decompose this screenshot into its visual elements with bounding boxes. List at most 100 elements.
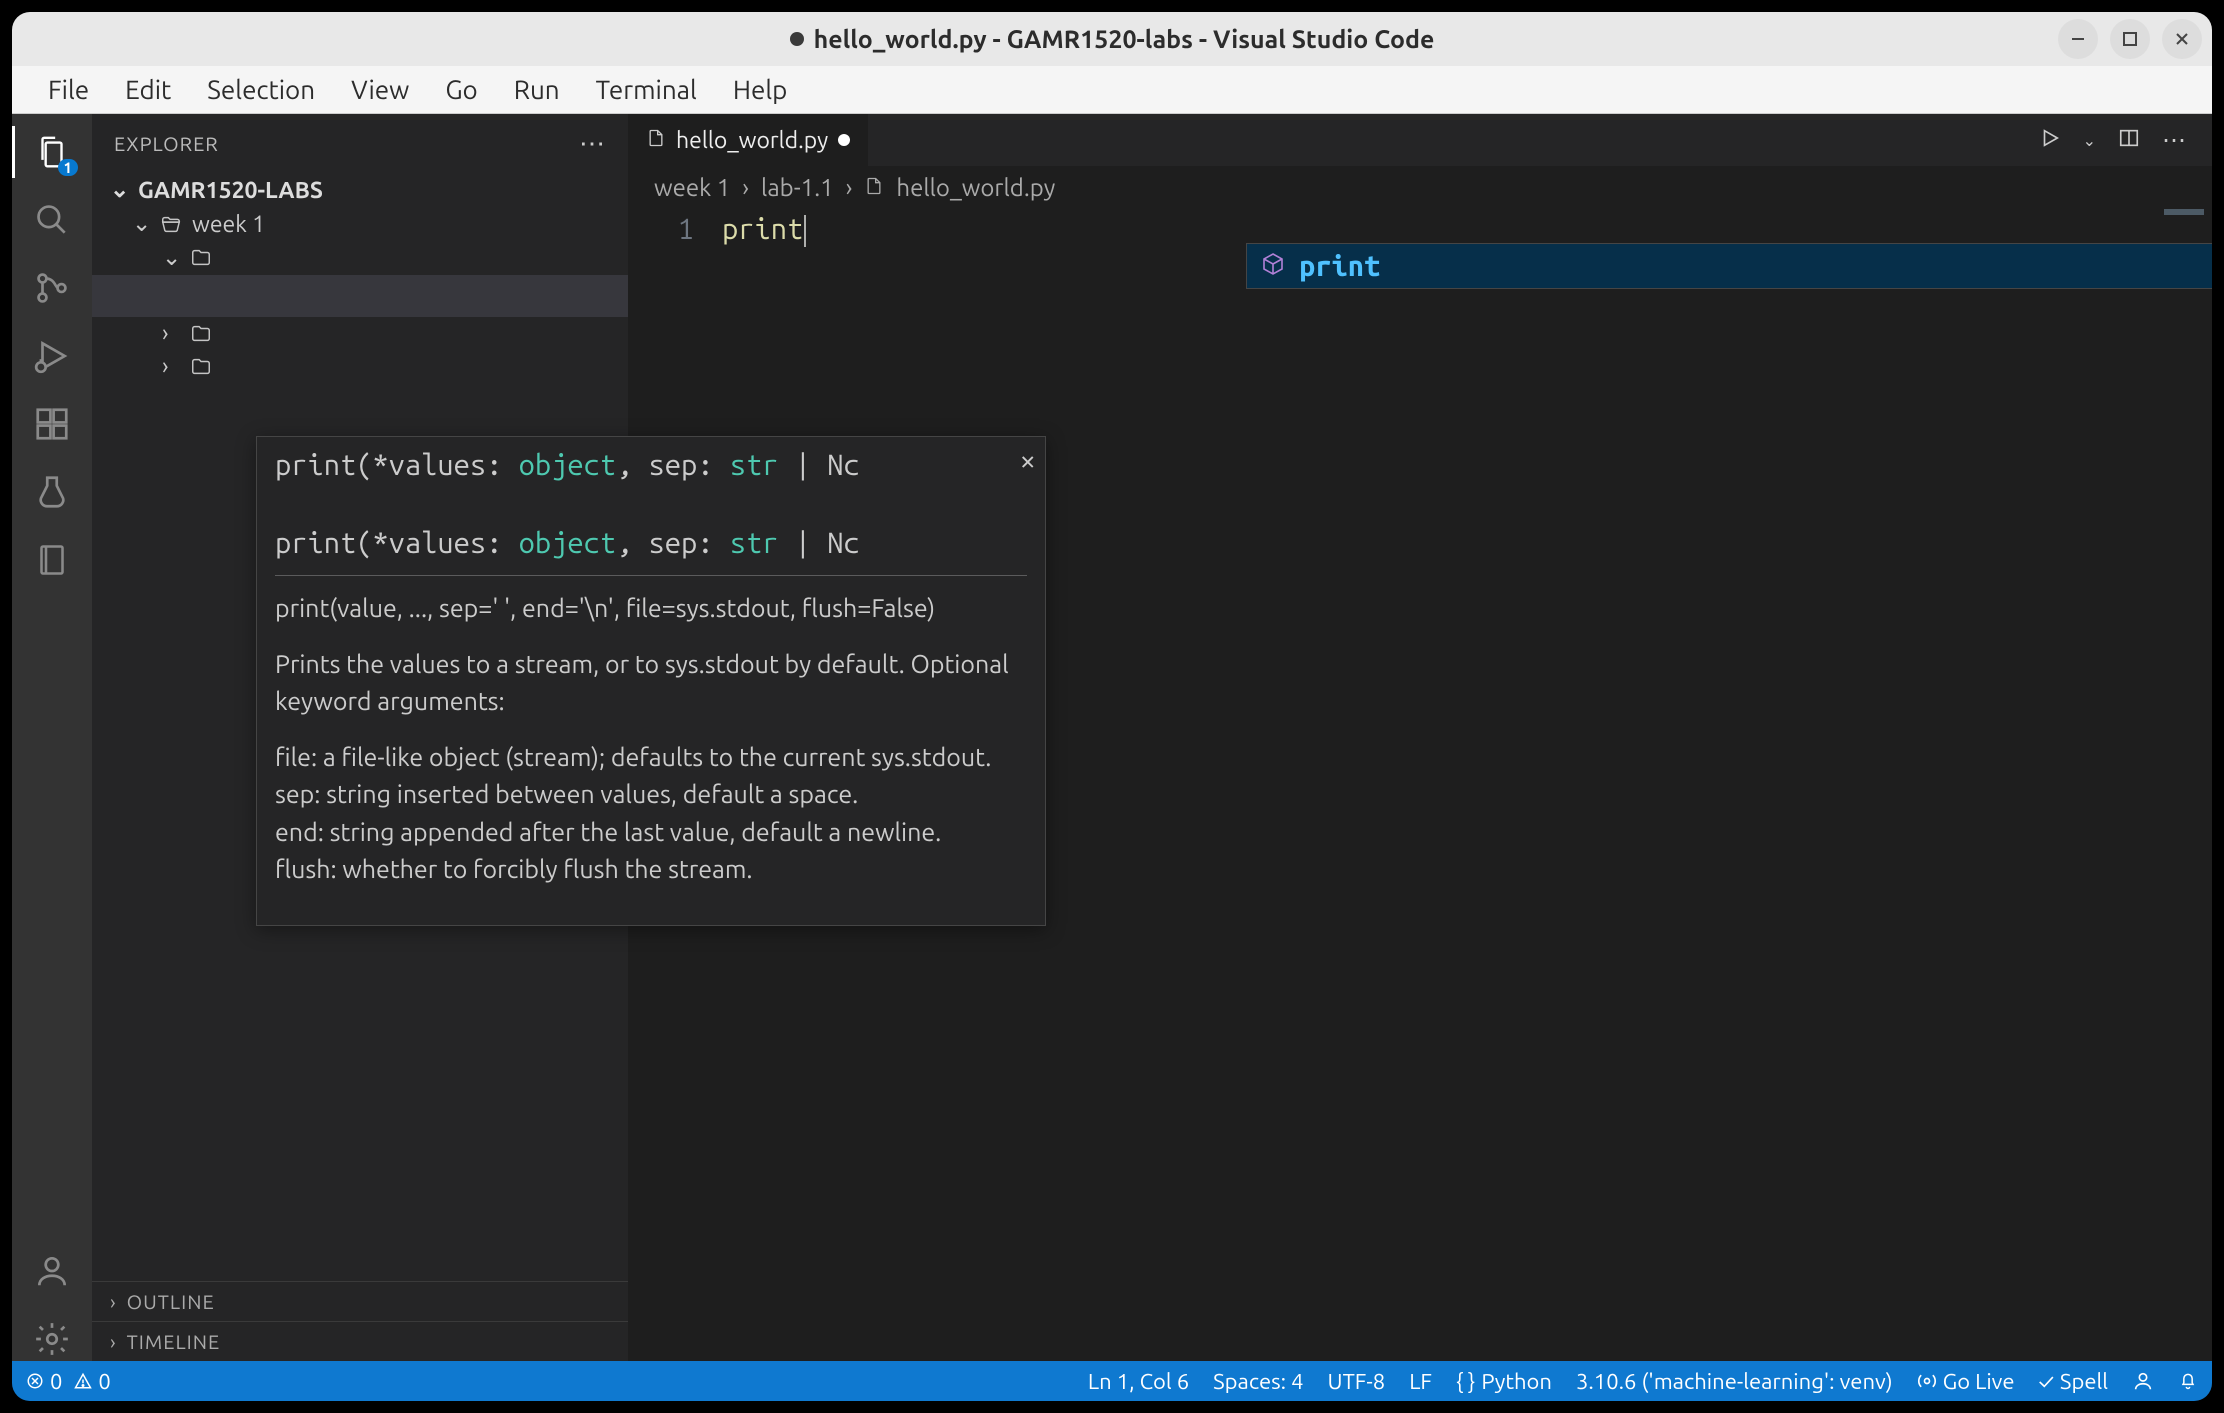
outline-section[interactable]: › OUTLINE bbox=[92, 1281, 628, 1321]
settings-gear-icon[interactable] bbox=[30, 1317, 74, 1361]
extensions-icon[interactable] bbox=[30, 402, 74, 446]
window-title: hello_world.py - GAMR1520-labs - Visual … bbox=[814, 25, 1435, 53]
run-file-button[interactable] bbox=[2039, 127, 2061, 153]
status-errors[interactable]: 0 bbox=[26, 1369, 62, 1394]
suggest-label: print bbox=[1299, 250, 1380, 282]
close-icon[interactable]: ✕ bbox=[1021, 447, 1035, 475]
chevron-right-icon: › bbox=[110, 1330, 117, 1353]
symbol-method-icon bbox=[1261, 250, 1285, 282]
run-dropdown-icon[interactable]: ⌄ bbox=[2083, 131, 2096, 150]
file-icon bbox=[864, 174, 884, 201]
suggest-item[interactable]: print bbox=[1247, 244, 2212, 288]
status-bell-icon[interactable] bbox=[2178, 1371, 2198, 1391]
file-icon bbox=[646, 128, 666, 153]
doc-prototype: print(value, ..., sep=' ', end='\n', fil… bbox=[275, 590, 1027, 628]
signature-help: print(*values: object, sep: str | Nc ✕ p… bbox=[256, 436, 1046, 926]
menu-terminal[interactable]: Terminal bbox=[578, 69, 715, 110]
modified-dot-icon bbox=[838, 134, 850, 146]
source-control-icon[interactable] bbox=[30, 266, 74, 310]
chevron-down-icon: ⌄ bbox=[110, 177, 128, 203]
status-ln-col[interactable]: Ln 1, Col 6 bbox=[1088, 1369, 1189, 1394]
vscode-window: hello_world.py - GAMR1520-labs - Visual … bbox=[12, 12, 2212, 1401]
menu-edit[interactable]: Edit bbox=[107, 69, 189, 110]
status-interpreter[interactable]: 3.10.6 ('machine-learning': venv) bbox=[1576, 1369, 1893, 1394]
testing-icon[interactable] bbox=[30, 470, 74, 514]
sidebar-title: EXPLORER bbox=[114, 132, 219, 155]
project-name: GAMR1520-LABS bbox=[138, 178, 323, 203]
menu-help[interactable]: Help bbox=[715, 69, 806, 110]
minimap[interactable] bbox=[2164, 209, 2204, 215]
status-bar: 0 0 Ln 1, Col 6 Spaces: 4 UTF-8 LF { } P… bbox=[12, 1361, 2212, 1401]
chevron-right-icon: › bbox=[846, 174, 853, 201]
signature-line-1: print(*values: object, sep: str | Nc bbox=[275, 449, 860, 481]
main-area: 1 bbox=[12, 114, 2212, 1361]
chevron-down-icon: ⌄ bbox=[162, 245, 180, 271]
signature-line-2: print(*values: object, sep: str | Nc bbox=[275, 527, 860, 559]
tab-hello-world[interactable]: hello_world.py bbox=[628, 114, 869, 166]
breadcrumb-part[interactable]: lab-1.1 bbox=[761, 174, 834, 201]
more-actions-icon[interactable]: ⋯ bbox=[2162, 126, 2186, 154]
menu-selection[interactable]: Selection bbox=[189, 69, 333, 110]
file-selected-row[interactable] bbox=[92, 275, 628, 317]
menu-bar: File Edit Selection View Go Run Terminal… bbox=[12, 66, 2212, 114]
timeline-section[interactable]: › TIMELINE bbox=[92, 1321, 628, 1361]
doc-paragraph: Prints the values to a stream, or to sys… bbox=[275, 646, 1027, 721]
status-language[interactable]: { } Python bbox=[1456, 1369, 1552, 1394]
accounts-icon[interactable] bbox=[30, 1249, 74, 1293]
folder-open-icon bbox=[160, 213, 182, 235]
status-eol[interactable]: LF bbox=[1409, 1369, 1432, 1394]
status-warnings[interactable]: 0 bbox=[74, 1369, 110, 1394]
chevron-right-icon: › bbox=[162, 354, 180, 379]
explorer-icon[interactable]: 1 bbox=[30, 130, 74, 174]
doc-paragraph: end: string appended after the last valu… bbox=[275, 814, 1027, 852]
modified-indicator-icon bbox=[790, 32, 804, 46]
status-feedback-icon[interactable] bbox=[2132, 1370, 2154, 1392]
check-icon: ✓ bbox=[2038, 1369, 2053, 1394]
folder-collapsed-2[interactable]: › bbox=[92, 317, 628, 350]
breadcrumb-file[interactable]: hello_world.py bbox=[896, 174, 1055, 201]
activity-bar: 1 bbox=[12, 114, 92, 1361]
project-root[interactable]: ⌄ GAMR1520-LABS bbox=[92, 173, 628, 207]
menu-run[interactable]: Run bbox=[496, 69, 578, 110]
cursor bbox=[804, 215, 806, 247]
folder-label: week 1 bbox=[192, 212, 265, 237]
folder-lab-collapsed-1[interactable]: ⌄ bbox=[92, 241, 628, 275]
status-spell[interactable]: ✓ Spell bbox=[2038, 1369, 2108, 1394]
maximize-button[interactable] bbox=[2110, 19, 2150, 59]
breadcrumb-part[interactable]: week 1 bbox=[654, 174, 730, 201]
breadcrumbs[interactable]: week 1 › lab-1.1 › hello_world.py bbox=[628, 166, 2212, 209]
doc-body: print(value, ..., sep=' ', end='\n', fil… bbox=[257, 576, 1045, 925]
folder-collapsed-3[interactable]: › bbox=[92, 350, 628, 383]
run-debug-icon[interactable] bbox=[30, 334, 74, 378]
tab-label: hello_world.py bbox=[676, 128, 828, 153]
doc-paragraph: flush: whether to forcibly flush the str… bbox=[275, 851, 1027, 889]
menu-file[interactable]: File bbox=[30, 69, 107, 110]
outline-label: OUTLINE bbox=[127, 1290, 215, 1313]
status-go-live[interactable]: Go Live bbox=[1917, 1369, 2015, 1394]
close-button[interactable] bbox=[2162, 19, 2202, 59]
chevron-down-icon: ⌄ bbox=[132, 211, 150, 237]
sidebar-more-icon[interactable]: ⋯ bbox=[579, 128, 606, 159]
title-bar: hello_world.py - GAMR1520-labs - Visual … bbox=[12, 12, 2212, 66]
minimize-button[interactable] bbox=[2058, 19, 2098, 59]
chevron-right-icon: › bbox=[110, 1290, 117, 1313]
doc-paragraph: sep: string inserted between values, def… bbox=[275, 776, 1027, 814]
search-icon[interactable] bbox=[30, 198, 74, 242]
menu-view[interactable]: View bbox=[333, 69, 427, 110]
doc-paragraph: file: a file-like object (stream); defau… bbox=[275, 739, 1027, 777]
code-token: print bbox=[722, 213, 803, 245]
tab-bar: hello_world.py ⌄ ⋯ bbox=[628, 114, 2212, 166]
split-editor-icon[interactable] bbox=[2118, 127, 2140, 153]
timeline-label: TIMELINE bbox=[127, 1330, 221, 1353]
intellisense-suggest[interactable]: print bbox=[1246, 243, 2212, 289]
notebook-icon[interactable] bbox=[30, 538, 74, 582]
folder-icon bbox=[190, 323, 212, 345]
chevron-right-icon: › bbox=[162, 321, 180, 346]
folder-icon bbox=[190, 356, 212, 378]
menu-go[interactable]: Go bbox=[427, 69, 495, 110]
status-encoding[interactable]: UTF-8 bbox=[1328, 1369, 1386, 1394]
braces-icon: { } bbox=[1456, 1369, 1475, 1394]
status-indent[interactable]: Spaces: 4 bbox=[1213, 1369, 1303, 1394]
folder-week1[interactable]: ⌄ week 1 bbox=[92, 207, 628, 241]
line-number: 1 bbox=[628, 209, 722, 249]
